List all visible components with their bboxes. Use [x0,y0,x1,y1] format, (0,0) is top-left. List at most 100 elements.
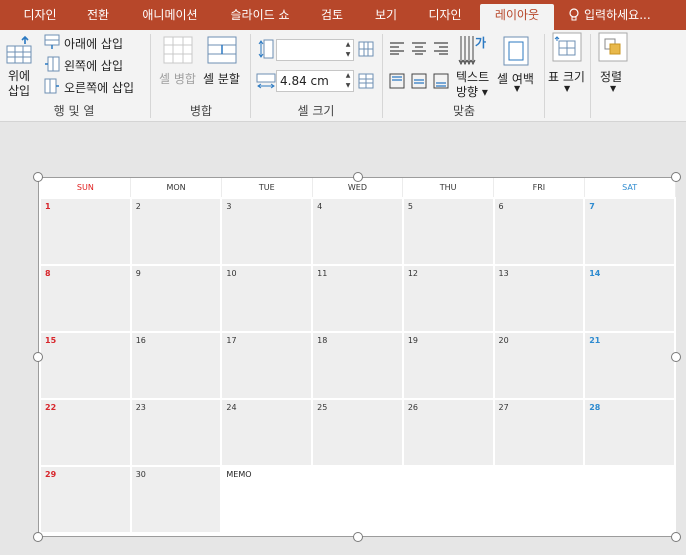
row-height-input[interactable]: ▲ ▼ [276,39,354,61]
align-top-icon[interactable] [389,73,405,89]
tab-review[interactable]: 검토 [308,4,356,30]
date-cell[interactable]: 19 [401,330,495,400]
tab-view[interactable]: 보기 [362,4,410,30]
ribbon-separator [150,34,151,118]
table-row: 8 9 10 11 12 13 14 [39,263,676,333]
ribbon-separator [590,34,591,118]
date-cell[interactable]: 1 [39,196,132,266]
date-cell[interactable]: 23 [129,397,223,467]
svg-text:가: 가 [475,35,486,50]
tab-transitions[interactable]: 전환 [76,4,120,30]
date-cell[interactable]: 7 [583,196,676,266]
tab-layout[interactable]: 레이아웃 [480,4,554,30]
resize-handle-bottom-left[interactable] [33,532,43,542]
date-cell[interactable]: 6 [492,196,586,266]
date-cell[interactable]: 12 [401,263,495,333]
align-middle-icon[interactable] [411,73,427,89]
table-row: 29 30 MEMO [39,464,676,534]
date-cell[interactable]: 29 [39,464,132,534]
group-merge: 셀 병합 셀 분할 병합 [152,30,250,122]
resize-handle-top-right[interactable] [671,172,681,182]
insert-above-button[interactable]: 위에 삽입 [4,33,34,99]
date-cell[interactable]: 24 [220,397,314,467]
memo-cell[interactable]: MEMO [220,464,676,534]
resize-handle-left[interactable] [33,352,43,362]
date-cell[interactable]: 26 [401,397,495,467]
insert-right-icon [44,78,59,94]
date-cell[interactable]: 20 [492,330,586,400]
day-header-thu[interactable]: THU [402,178,495,198]
date-cell[interactable]: 4 [311,196,404,266]
text-direction-icon: 가 [458,35,486,66]
group-label-merge: 병합 [189,104,213,118]
date-cell[interactable]: 10 [220,263,314,333]
day-header-mon[interactable]: MON [130,178,222,198]
insert-left-button[interactable]: 왼쪽에 삽입 [44,56,144,74]
date-cell[interactable]: 27 [492,397,586,467]
date-cell[interactable]: 21 [583,330,676,400]
date-cell[interactable]: 9 [129,263,223,333]
insert-right-button[interactable]: 오른쪽에 삽입 [44,78,144,96]
column-width-input[interactable]: 4.84 cm ▲ ▼ [276,70,354,92]
day-header-sun[interactable]: SUN [39,178,132,198]
date-cell[interactable]: 3 [220,196,314,266]
group-label-rows-columns: 행 및 열 [53,104,95,118]
arrange-button[interactable]: 정렬 ▼ [594,32,634,98]
column-width-spinner[interactable]: ▲ ▼ [343,71,353,91]
insert-right-label: 오른쪽에 삽입 [64,81,135,95]
resize-handle-bottom[interactable] [353,532,363,542]
date-cell[interactable]: 17 [220,330,314,400]
distribute-rows-icon[interactable] [358,73,374,89]
row-height-icon [258,39,274,59]
tell-me-box[interactable]: 입력하세요... [568,4,651,26]
split-cells-button[interactable]: 셀 분할 [202,33,246,93]
resize-handle-top-left[interactable] [33,172,43,182]
date-cell[interactable]: 25 [311,397,404,467]
date-cell[interactable]: 14 [583,263,676,333]
resize-handle-top[interactable] [353,172,363,182]
resize-handle-right[interactable] [671,352,681,362]
day-header-sat[interactable]: SAT [583,178,676,198]
align-center-icon[interactable] [411,41,427,55]
group-rows-columns: 위에 삽입 아래에 삽입 왼쪽에 삽입 오른쪽에 삽입 행 및 열 [0,30,148,122]
split-cells-label: 셀 분할 [203,72,240,86]
date-cell[interactable]: 28 [583,397,676,467]
date-cell[interactable]: 15 [39,330,132,400]
align-right-icon[interactable] [433,41,449,55]
align-bottom-icon[interactable] [433,73,449,89]
chevron-down-icon: ▼ [610,84,617,93]
day-header-fri[interactable]: FRI [493,178,585,198]
table-size-button[interactable]: 표 크기 ▼ [548,32,588,98]
date-cell[interactable]: 22 [39,397,132,467]
row-height-spinner[interactable]: ▲ ▼ [343,40,353,60]
date-cell[interactable]: 5 [401,196,495,266]
date-cell[interactable]: 16 [129,330,223,400]
tab-slideshow[interactable]: 슬라이드 쇼 [218,4,302,30]
group-alignment: 가 텍스트 방향 ▾ 셀 여백 ▼ 맞춤 [384,30,544,122]
tab-design[interactable]: 디자인 [12,4,68,30]
date-cell[interactable]: 2 [129,196,223,266]
date-cell[interactable]: 13 [492,263,586,333]
tab-animations[interactable]: 애니메이션 [128,4,212,30]
ribbon-separator [250,34,251,118]
group-table-size: 표 크기 ▼ [546,30,590,122]
merge-cells-button[interactable]: 셀 병합 [156,33,200,93]
distribute-columns-icon[interactable] [358,41,374,57]
column-width-value: 4.84 cm [280,74,329,88]
date-cell[interactable]: 11 [311,263,404,333]
day-header-tue[interactable]: TUE [220,178,313,198]
calendar-table[interactable]: SUN MON TUE WED THU FRI SAT 1 2 3 4 5 6 … [39,178,676,534]
lightbulb-icon [569,8,579,21]
cell-margins-button[interactable]: 셀 여백 ▼ [496,32,538,100]
group-arrange: 정렬 ▼ [592,30,636,122]
arrange-label: 정렬 [600,70,623,84]
merge-cells-label: 셀 병합 [159,72,196,86]
date-cell[interactable]: 8 [39,263,132,333]
align-left-icon[interactable] [389,41,405,55]
date-cell[interactable]: 30 [129,464,223,534]
insert-below-button[interactable]: 아래에 삽입 [44,34,144,52]
text-direction-button[interactable]: 가 텍스트 방향 ▾ [454,32,494,100]
tab-table-design[interactable]: 디자인 [414,4,476,30]
date-cell[interactable]: 18 [311,330,404,400]
resize-handle-bottom-right[interactable] [671,532,681,542]
